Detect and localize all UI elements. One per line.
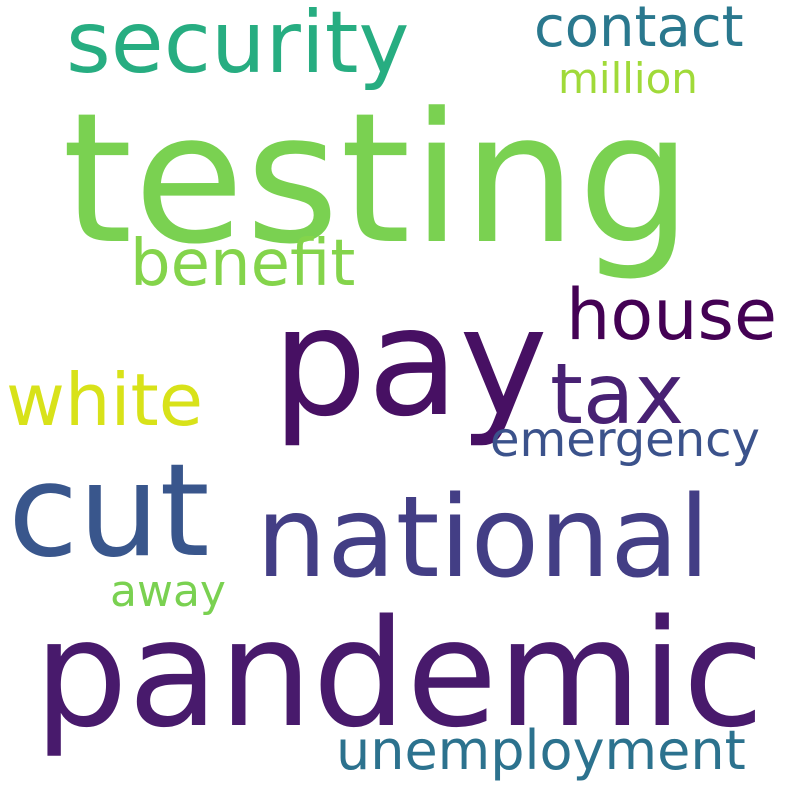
word-emergency: emergency (490, 412, 760, 468)
word-cloud: security contact million testing benefit… (0, 0, 800, 800)
word-unemployment: unemployment (336, 719, 746, 782)
word-national: national (256, 473, 710, 603)
word-white: white (6, 358, 204, 442)
word-cut: cut (8, 437, 210, 586)
word-contact: contact (534, 0, 744, 60)
word-security: security (66, 0, 410, 93)
word-house: house (566, 274, 778, 356)
